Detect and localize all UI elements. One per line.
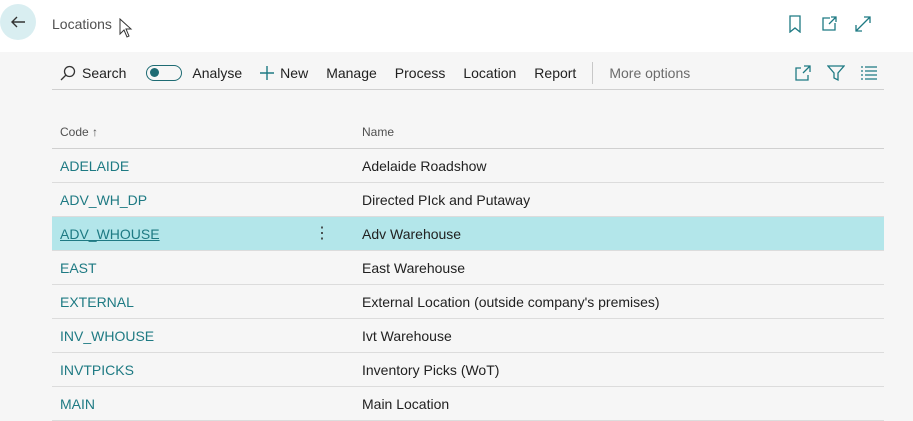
search-button[interactable]: Search (60, 65, 126, 81)
analyse-label: Analyse (192, 64, 243, 81)
table-row-selected[interactable]: ADV_WHOUSE ⋮ Adv Warehouse (52, 217, 884, 251)
new-label: New (280, 64, 309, 81)
analyse-toggle[interactable]: Analyse (144, 64, 243, 81)
location-name: Directed PIck and Putaway (362, 191, 531, 208)
row-actions-ellipsis-icon[interactable]: ⋮ (314, 226, 330, 242)
location-code-link[interactable]: ADELAIDE (52, 158, 362, 174)
action-bar: Search Analyse New Manage Process Locati… (52, 56, 884, 90)
table-row[interactable]: MAIN Main Location (52, 387, 884, 421)
table-row[interactable]: ADELAIDE Adelaide Roadshow (52, 149, 884, 183)
back-arrow-icon (11, 16, 25, 28)
location-name: Main Location (362, 395, 450, 412)
share-icon[interactable] (794, 64, 812, 82)
list-header: Code ↑ Name (52, 116, 884, 149)
mouse-cursor-icon (119, 18, 133, 38)
location-name: East Warehouse (362, 259, 465, 276)
column-label-code: Code (60, 125, 89, 139)
column-header-code[interactable]: Code ↑ (52, 125, 362, 139)
location-code-link[interactable]: INV_WHOUSE (52, 328, 362, 344)
more-options-button[interactable]: More options (609, 65, 690, 81)
location-name: Ivt Warehouse (362, 327, 452, 344)
location-name: Inventory Picks (WoT) (362, 361, 500, 378)
table-row[interactable]: INV_WHOUSE Ivt Warehouse (52, 319, 884, 353)
report-menu[interactable]: Report (534, 65, 576, 81)
toggle-switch[interactable] (146, 64, 183, 81)
location-code-link[interactable]: MAIN (52, 396, 362, 412)
top-bar: Locations (0, 0, 913, 52)
manage-menu[interactable]: Manage (326, 65, 377, 81)
location-code-link[interactable]: INVTPICKS (52, 362, 362, 378)
search-icon (60, 65, 76, 80)
toolbar-divider (592, 61, 594, 84)
process-menu[interactable]: Process (395, 65, 446, 81)
location-name: External Location (outside company's pre… (362, 293, 660, 310)
new-button[interactable]: New (260, 65, 308, 81)
location-code-link[interactable]: EXTERNAL (52, 294, 362, 310)
location-menu[interactable]: Location (463, 65, 516, 81)
bookmark-icon[interactable] (785, 14, 805, 34)
location-name: Adelaide Roadshow (362, 157, 487, 174)
page-actions (785, 14, 873, 34)
table-row[interactable]: EXTERNAL External Location (outside comp… (52, 285, 884, 319)
locations-list: Code ↑ Name ADELAIDE Adelaide Roadshow A… (52, 116, 884, 421)
location-name: Adv Warehouse (362, 225, 462, 242)
plus-icon (260, 65, 275, 80)
search-label: Search (82, 64, 127, 81)
open-new-window-icon[interactable] (819, 14, 839, 34)
toolbar-right-actions (794, 64, 878, 82)
back-button[interactable] (0, 4, 36, 40)
filter-icon[interactable] (827, 64, 845, 82)
list-view-icon[interactable] (860, 64, 878, 82)
location-code-link[interactable]: ADV_WH_DP (52, 192, 362, 208)
expand-icon[interactable] (853, 14, 873, 34)
sort-ascending-icon: ↑ (92, 125, 99, 139)
location-code-link[interactable]: EAST (52, 260, 362, 276)
table-row[interactable]: ADV_WH_DP Directed PIck and Putaway (52, 183, 884, 217)
table-row[interactable]: EAST East Warehouse (52, 251, 884, 285)
page-title: Locations (52, 16, 112, 32)
column-header-name[interactable]: Name (362, 125, 394, 139)
table-row[interactable]: INVTPICKS Inventory Picks (WoT) (52, 353, 884, 387)
